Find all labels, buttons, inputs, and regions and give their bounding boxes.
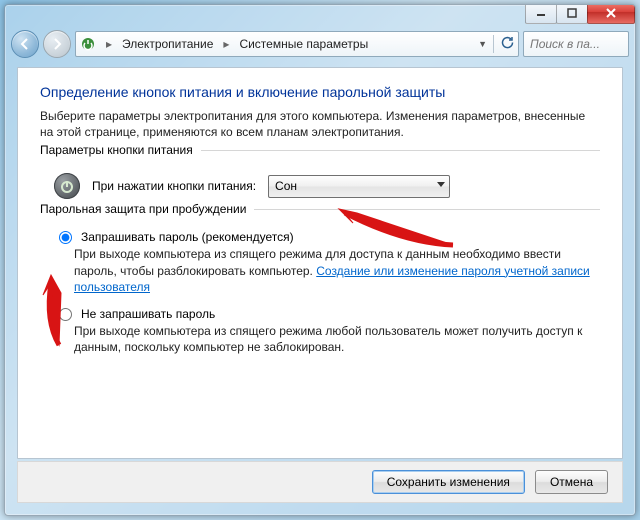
page-title: Определение кнопок питания и включение п… <box>40 84 600 100</box>
radio-input[interactable] <box>59 231 72 244</box>
chevron-right-icon: ▸ <box>106 37 112 51</box>
window-frame: ▸ Электропитание ▸ Системные параметры ▼… <box>4 4 636 516</box>
chevron-down-icon[interactable]: ▼ <box>478 39 487 49</box>
power-button-group: Параметры кнопки питания При нажатии кно… <box>40 150 600 199</box>
group-legend: Параметры кнопки питания <box>40 143 201 157</box>
power-options-icon <box>80 36 96 52</box>
breadcrumb-item[interactable]: Системные параметры <box>239 37 368 51</box>
chevron-down-icon <box>437 182 445 187</box>
radio-no-password[interactable]: Не запрашивать пароль При выходе компьют… <box>54 307 600 355</box>
power-button-action-select[interactable]: Сон <box>268 175 450 198</box>
radio-require-password[interactable]: Запрашивать пароль (рекомендуется) При в… <box>54 230 600 295</box>
titlebar <box>5 5 635 27</box>
maximize-button[interactable] <box>556 4 588 24</box>
navigation-bar: ▸ Электропитание ▸ Системные параметры ▼ <box>11 27 629 61</box>
password-protection-group: Парольная защита при пробуждении Запраши… <box>40 209 600 355</box>
radio-input[interactable] <box>59 308 72 321</box>
page-description: Выберите параметры электропитания для эт… <box>40 108 600 140</box>
back-button[interactable] <box>11 30 39 58</box>
save-button[interactable]: Сохранить изменения <box>372 470 525 494</box>
search-input[interactable] <box>528 36 624 52</box>
radio-description: При выходе компьютера из спящего режима … <box>74 246 600 295</box>
cancel-button[interactable]: Отмена <box>535 470 608 494</box>
address-bar[interactable]: ▸ Электропитание ▸ Системные параметры ▼ <box>75 31 519 57</box>
radio-label: Запрашивать пароль (рекомендуется) <box>81 230 294 244</box>
chevron-right-icon: ▸ <box>223 37 229 51</box>
close-button[interactable] <box>587 4 635 24</box>
power-button-label: При нажатии кнопки питания: <box>92 179 256 193</box>
select-value: Сон <box>275 179 297 193</box>
radio-description: При выходе компьютера из спящего режима … <box>74 323 600 355</box>
radio-label: Не запрашивать пароль <box>81 307 215 321</box>
footer-bar: Сохранить изменения Отмена <box>17 461 623 503</box>
content-panel: Определение кнопок питания и включение п… <box>17 67 623 459</box>
separator <box>493 35 494 53</box>
minimize-button[interactable] <box>525 4 557 24</box>
power-icon <box>54 173 80 199</box>
refresh-icon[interactable] <box>500 36 514 53</box>
breadcrumb-item[interactable]: Электропитание <box>122 37 213 51</box>
forward-button[interactable] <box>43 30 71 58</box>
search-box[interactable] <box>523 31 629 57</box>
group-legend: Парольная защита при пробуждении <box>40 202 254 216</box>
